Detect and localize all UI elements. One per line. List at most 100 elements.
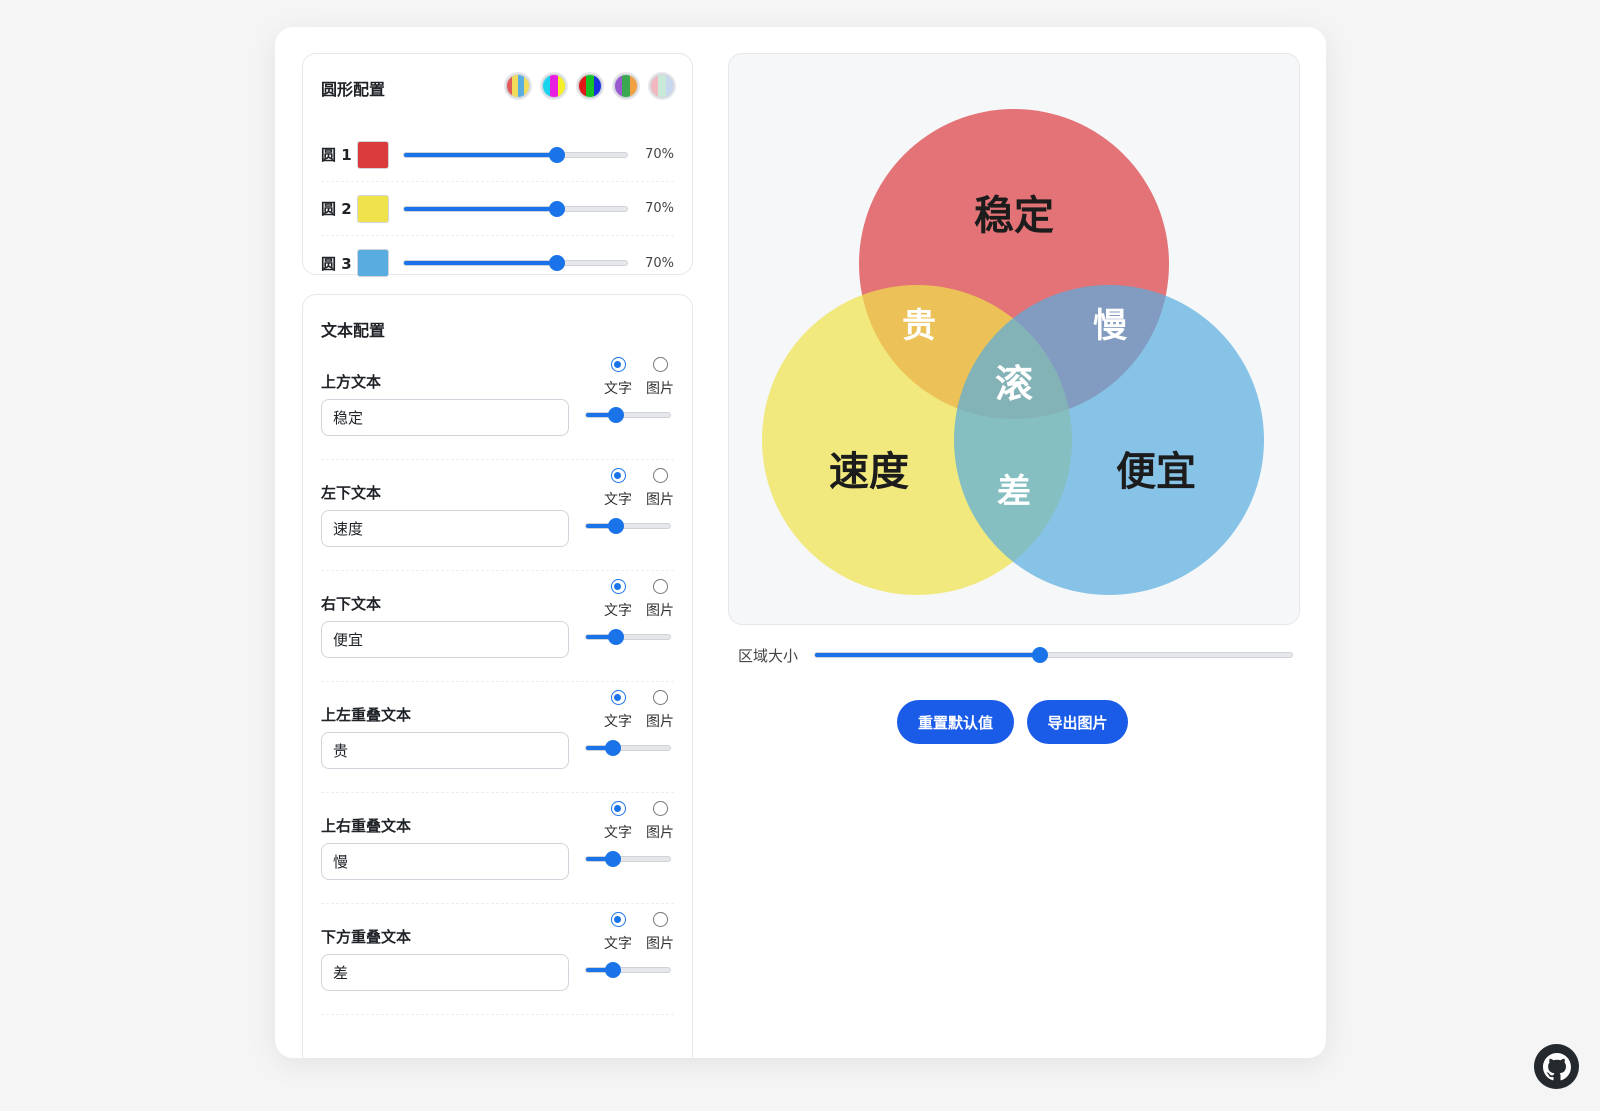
venn-text-left: 速度	[829, 449, 909, 495]
radio-text-label: 文字	[604, 603, 632, 619]
circle-row-2: 圆 2 70%	[321, 182, 674, 236]
venn-text-top: 稳定	[974, 193, 1054, 239]
text-size-slider[interactable]	[585, 634, 671, 640]
radio-image-option[interactable]: 图片	[646, 690, 674, 731]
venn-text-center: 滚	[995, 362, 1033, 406]
venn-text-top-right: 慢	[1093, 306, 1128, 346]
text-item-input[interactable]	[321, 732, 569, 769]
circle-opacity-slider[interactable]	[403, 151, 628, 158]
radio-image-label: 图片	[646, 936, 674, 952]
text-type-radio-group: 文字 图片	[604, 357, 674, 398]
text-type-radio-group: 文字 图片	[604, 690, 674, 731]
text-item-input[interactable]	[321, 510, 569, 547]
text-item-input[interactable]	[321, 399, 569, 436]
circle-color-picker[interactable]	[357, 140, 389, 169]
venn-diagram: 稳定 速度 便宜 贵 慢 滚 差	[762, 109, 1264, 595]
radio-text-label: 文字	[604, 825, 632, 841]
circle-color-picker[interactable]	[357, 249, 389, 277]
color-preset-1[interactable]	[504, 72, 532, 100]
color-preset-5[interactable]	[648, 72, 676, 100]
text-item-label: 右下文本	[321, 595, 382, 613]
radio-text-label: 文字	[604, 714, 632, 730]
radio-dot[interactable]	[652, 468, 668, 483]
radio-dot[interactable]	[610, 468, 626, 483]
radio-image-label: 图片	[646, 381, 674, 397]
radio-text-label: 文字	[604, 936, 632, 952]
text-item: 左下文本 文字 图片	[321, 460, 674, 571]
radio-image-option[interactable]: 图片	[646, 468, 674, 509]
circle-opacity-slider[interactable]	[403, 205, 628, 212]
radio-image-label: 图片	[646, 714, 674, 730]
radio-image-option[interactable]: 图片	[646, 912, 674, 953]
text-item: 下方重叠文本 文字 图片	[321, 904, 674, 1015]
github-icon	[1542, 1052, 1571, 1080]
radio-text-option[interactable]: 文字	[604, 690, 632, 731]
radio-text-option[interactable]: 文字	[604, 468, 632, 509]
main-card: 圆形配置 圆 1 70% 圆 2 70% 圆 3 70% 文本配置 上方文本 文…	[275, 27, 1326, 1058]
circle-label: 圆 2	[321, 200, 352, 218]
text-item-input[interactable]	[321, 843, 569, 880]
text-size-slider[interactable]	[585, 412, 671, 418]
area-size-label: 区域大小	[738, 646, 799, 665]
area-size-slider[interactable]	[814, 652, 1293, 658]
text-item: 上右重叠文本 文字 图片	[321, 793, 674, 904]
reset-defaults-button[interactable]: 重置默认值	[897, 700, 1014, 744]
text-type-radio-group: 文字 图片	[604, 801, 674, 842]
venn-text-top-left: 贵	[902, 306, 936, 346]
text-item: 右下文本 文字 图片	[321, 571, 674, 682]
text-type-radio-group: 文字 图片	[604, 468, 674, 509]
text-size-slider[interactable]	[585, 745, 671, 751]
text-item: 上左重叠文本 文字 图片	[321, 682, 674, 793]
radio-image-label: 图片	[646, 492, 674, 508]
color-preset-4[interactable]	[612, 72, 640, 100]
text-size-slider[interactable]	[585, 856, 671, 862]
radio-image-option[interactable]: 图片	[646, 357, 674, 398]
area-size-row: 区域大小	[738, 643, 1293, 667]
radio-text-option[interactable]: 文字	[604, 579, 632, 620]
circle-row-3: 圆 3 70%	[321, 236, 674, 290]
circle-color-picker[interactable]	[357, 194, 389, 223]
radio-dot[interactable]	[652, 690, 668, 705]
text-item-label: 上左重叠文本	[321, 706, 412, 724]
radio-image-option[interactable]: 图片	[646, 801, 674, 842]
radio-dot[interactable]	[652, 579, 668, 594]
circle-opacity-value: 70%	[645, 201, 674, 216]
color-preset-2[interactable]	[540, 72, 568, 100]
radio-text-option[interactable]: 文字	[604, 801, 632, 842]
text-type-radio-group: 文字 图片	[604, 912, 674, 953]
github-link[interactable]	[1534, 1044, 1579, 1089]
radio-image-option[interactable]: 图片	[646, 579, 674, 620]
text-size-slider[interactable]	[585, 967, 671, 973]
radio-image-label: 图片	[646, 603, 674, 619]
circle-config-title: 圆形配置	[321, 80, 386, 99]
radio-dot[interactable]	[610, 579, 626, 594]
text-item: 上方文本 文字 图片	[321, 349, 674, 460]
radio-text-option[interactable]: 文字	[604, 357, 632, 398]
radio-dot[interactable]	[610, 912, 626, 927]
radio-image-label: 图片	[646, 825, 674, 841]
radio-dot[interactable]	[610, 801, 626, 816]
text-item-label: 上右重叠文本	[321, 817, 412, 835]
text-item-input[interactable]	[321, 954, 569, 991]
color-preset-3[interactable]	[576, 72, 604, 100]
venn-text-bottom: 差	[997, 472, 1031, 512]
text-size-slider[interactable]	[585, 523, 671, 529]
circle-label: 圆 1	[321, 146, 352, 164]
radio-text-option[interactable]: 文字	[604, 912, 632, 953]
circle-opacity-value: 70%	[645, 147, 674, 162]
circle-opacity-value: 70%	[645, 255, 674, 271]
radio-dot[interactable]	[652, 357, 668, 372]
radio-dot[interactable]	[610, 690, 626, 705]
text-type-radio-group: 文字 图片	[604, 579, 674, 620]
text-item-label: 上方文本	[321, 373, 382, 391]
text-item-input[interactable]	[321, 621, 569, 658]
radio-dot[interactable]	[652, 912, 668, 927]
text-config-title: 文本配置	[321, 321, 386, 340]
radio-text-label: 文字	[604, 492, 632, 508]
export-image-button[interactable]: 导出图片	[1027, 700, 1128, 744]
text-item-label: 下方重叠文本	[321, 928, 412, 946]
circle-opacity-slider[interactable]	[403, 260, 628, 266]
radio-dot[interactable]	[652, 801, 668, 816]
radio-dot[interactable]	[610, 357, 626, 372]
venn-preview: 稳定 速度 便宜 贵 慢 滚 差	[728, 53, 1300, 625]
